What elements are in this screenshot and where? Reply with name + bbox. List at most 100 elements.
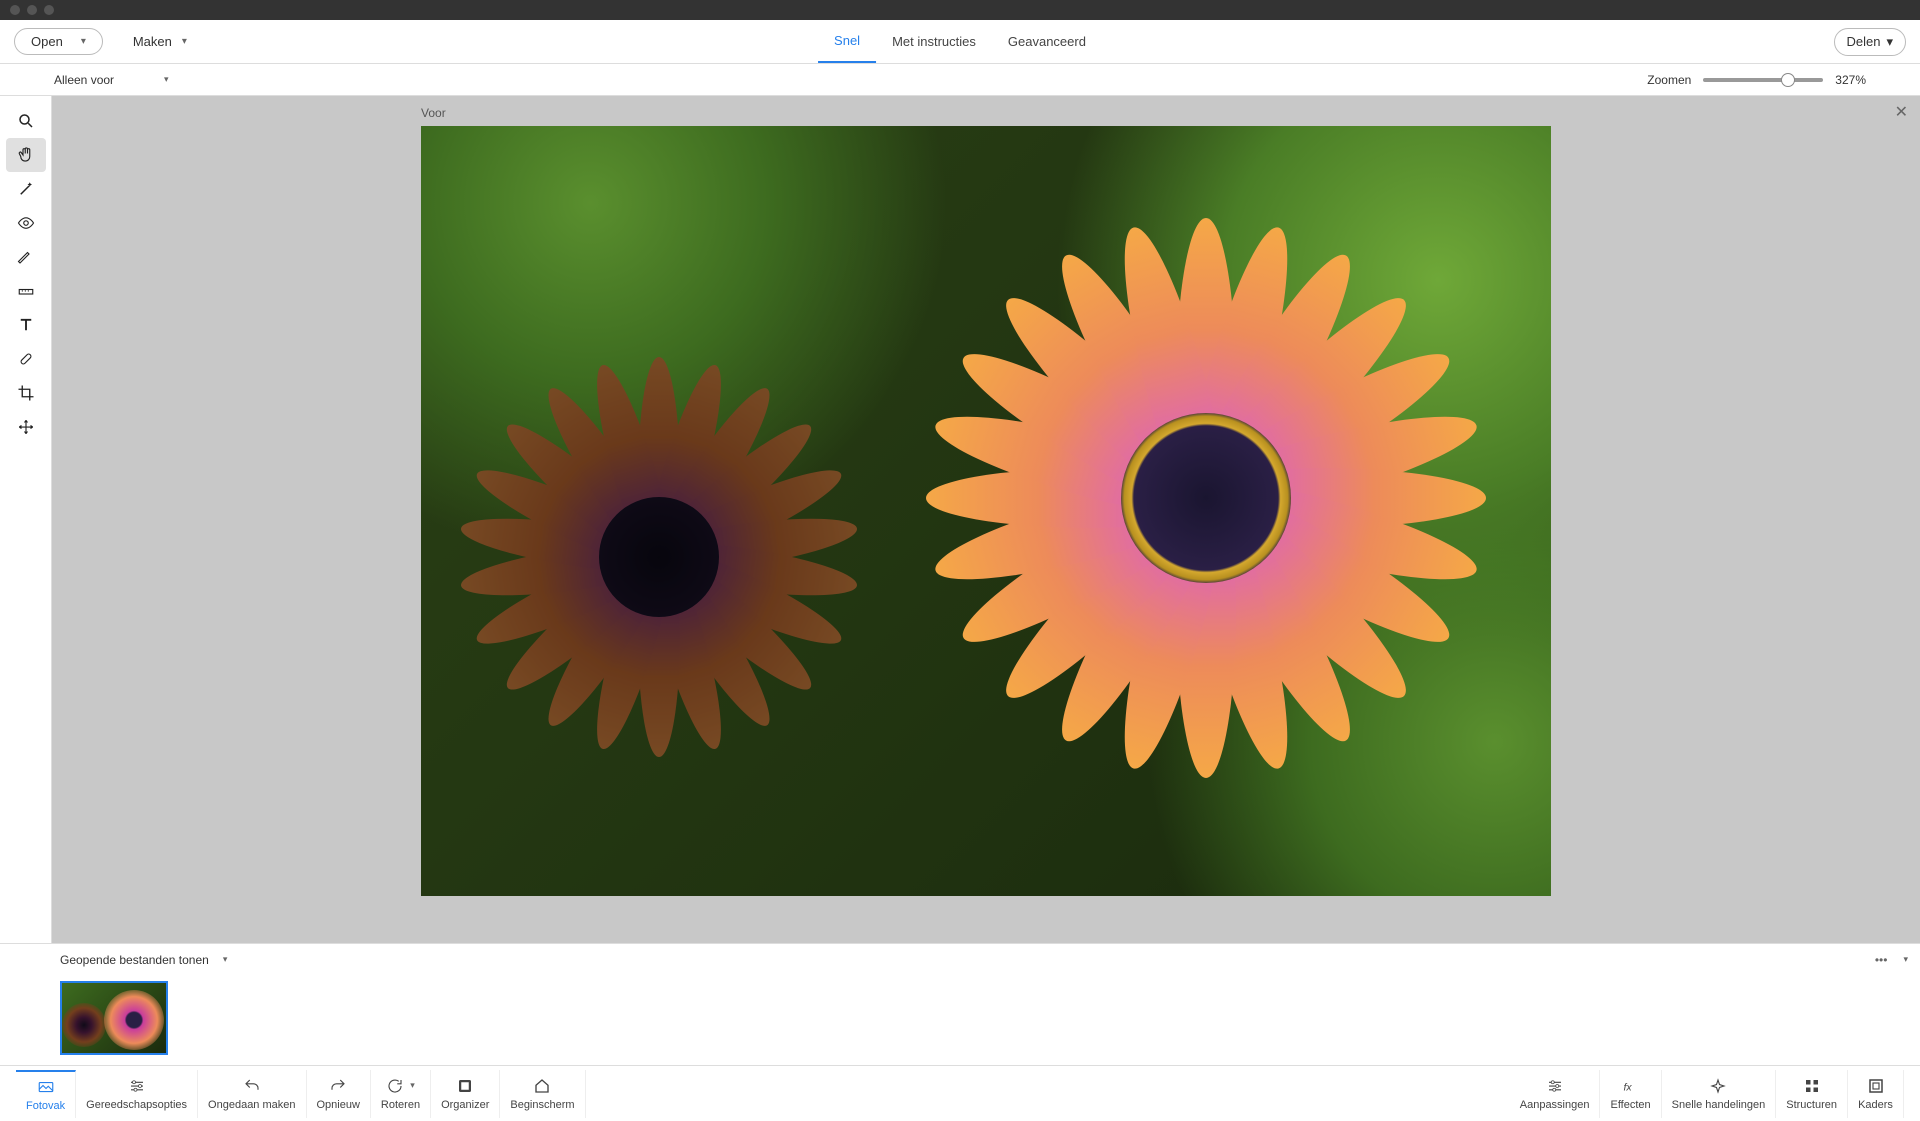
btn-label: Roteren (381, 1099, 420, 1111)
share-label: Delen (1847, 34, 1881, 49)
zoom-slider[interactable] (1703, 78, 1823, 82)
btn-label: Snelle handelingen (1672, 1099, 1766, 1111)
btn-label: Structuren (1786, 1099, 1837, 1111)
eye-icon (17, 214, 35, 232)
tab-label: Met instructies (892, 34, 976, 49)
photobin-header: Geopende bestanden tonen ▾ ••• ▾ (0, 943, 1920, 975)
sparkle-icon (1709, 1077, 1727, 1095)
open-button[interactable]: Open ▾ (14, 28, 103, 55)
home-button[interactable]: Beginscherm (500, 1070, 585, 1118)
organizer-icon (456, 1077, 474, 1095)
hand-tool[interactable] (6, 138, 46, 172)
redo-button[interactable]: Opnieuw (307, 1070, 371, 1118)
tab-snel[interactable]: Snel (818, 20, 876, 63)
zoom-tool[interactable] (6, 104, 46, 138)
adjustments-icon (1546, 1077, 1564, 1095)
wand-icon (17, 180, 35, 198)
photo-thumbnail[interactable] (60, 981, 168, 1055)
frames-button[interactable]: Kaders (1848, 1070, 1904, 1118)
canvas-label: Voor (421, 106, 446, 120)
share-button[interactable]: Delen ▾ (1834, 28, 1907, 56)
eye-tool[interactable] (6, 206, 46, 240)
chevron-down-icon: ▾ (1886, 34, 1893, 50)
chevron-down-icon: ▾ (81, 36, 86, 47)
open-label: Open (31, 34, 63, 49)
chevron-down-icon: ▾ (164, 74, 169, 85)
spot-healing-tool[interactable] (6, 342, 46, 376)
texture-icon (1803, 1077, 1821, 1095)
whiten-teeth-tool[interactable] (6, 240, 46, 274)
btn-label: Ongedaan maken (208, 1099, 295, 1111)
photobin (0, 975, 1920, 1065)
btn-label: Opnieuw (317, 1099, 360, 1111)
maximize-window-icon[interactable] (44, 5, 54, 15)
mode-tabs: Snel Met instructies Geavanceerd (818, 20, 1102, 63)
toolbox (0, 96, 52, 943)
home-icon (533, 1077, 551, 1095)
crop-tool[interactable] (6, 376, 46, 410)
tool-options-button[interactable]: Gereedschapsopties (76, 1070, 198, 1118)
create-button[interactable]: Maken ▾ (133, 34, 187, 49)
canvas-wrap: Voor (421, 126, 1551, 896)
window-titlebar (0, 0, 1920, 20)
minimize-window-icon[interactable] (27, 5, 37, 15)
rotate-button[interactable]: ▾ Roteren (371, 1070, 431, 1118)
sliders-icon (128, 1077, 146, 1095)
btn-label: Aanpassingen (1520, 1099, 1590, 1111)
view-label: Alleen voor (54, 73, 114, 87)
tab-label: Geavanceerd (1008, 34, 1086, 49)
effects-button[interactable]: fx Effecten (1600, 1070, 1661, 1118)
move-icon (17, 418, 35, 436)
chevron-down-icon[interactable]: ▾ (223, 954, 228, 965)
hand-icon (17, 146, 35, 164)
tab-geavanceerd[interactable]: Geavanceerd (992, 20, 1102, 63)
crop-icon (17, 384, 35, 402)
canvas-image[interactable] (421, 126, 1551, 896)
quick-actions-button[interactable]: Snelle handelingen (1662, 1070, 1777, 1118)
bandaid-icon (17, 350, 35, 368)
textures-button[interactable]: Structuren (1776, 1070, 1848, 1118)
undo-icon (243, 1077, 261, 1095)
zoom-slider-thumb[interactable] (1781, 73, 1795, 87)
fx-icon: fx (1622, 1077, 1640, 1095)
tab-label: Snel (834, 33, 860, 48)
text-icon (17, 316, 35, 334)
close-window-icon[interactable] (10, 5, 20, 15)
options-bar: Alleen voor ▾ Zoomen 327% (0, 64, 1920, 96)
undo-button[interactable]: Ongedaan maken (198, 1070, 306, 1118)
view-select[interactable]: Alleen voor ▾ (54, 73, 169, 87)
move-tool[interactable] (6, 410, 46, 444)
svg-text:fx: fx (1623, 1081, 1632, 1093)
zoom-label: Zoomen (1647, 73, 1691, 87)
photo-bin-icon (37, 1078, 55, 1096)
close-icon[interactable]: ✕ (1895, 102, 1908, 122)
chevron-down-icon[interactable]: ▾ (1903, 954, 1908, 965)
chevron-down-icon: ▾ (410, 1080, 415, 1091)
photobin-label: Geopende bestanden tonen (60, 953, 209, 967)
frame-icon (1867, 1077, 1885, 1095)
ruler-icon (17, 282, 35, 300)
tab-met-instructies[interactable]: Met instructies (876, 20, 992, 63)
redo-icon (329, 1077, 347, 1095)
adjustments-button[interactable]: Aanpassingen (1510, 1070, 1601, 1118)
brush-icon (17, 248, 35, 266)
straighten-tool[interactable] (6, 274, 46, 308)
btn-label: Organizer (441, 1099, 489, 1111)
chevron-down-icon: ▾ (182, 36, 187, 47)
bottom-toolbar: Fotovak Gereedschapsopties Ongedaan make… (0, 1065, 1920, 1121)
organizer-button[interactable]: Organizer (431, 1070, 500, 1118)
btn-label: Beginscherm (510, 1099, 574, 1111)
quick-select-tool[interactable] (6, 172, 46, 206)
main-area: ✕ Voor (0, 96, 1920, 943)
zoom-control: Zoomen 327% (1647, 73, 1866, 87)
btn-label: Effecten (1610, 1099, 1650, 1111)
top-toolbar: Open ▾ Maken ▾ Snel Met instructies Geav… (0, 20, 1920, 64)
magnifier-icon (17, 112, 35, 130)
canvas-area: Voor (52, 96, 1920, 943)
zoom-value: 327% (1835, 73, 1866, 87)
create-label: Maken (133, 34, 172, 49)
fotovak-button[interactable]: Fotovak (16, 1070, 76, 1118)
text-tool[interactable] (6, 308, 46, 342)
rotate-icon (386, 1077, 404, 1095)
more-icon[interactable]: ••• (1875, 953, 1888, 967)
